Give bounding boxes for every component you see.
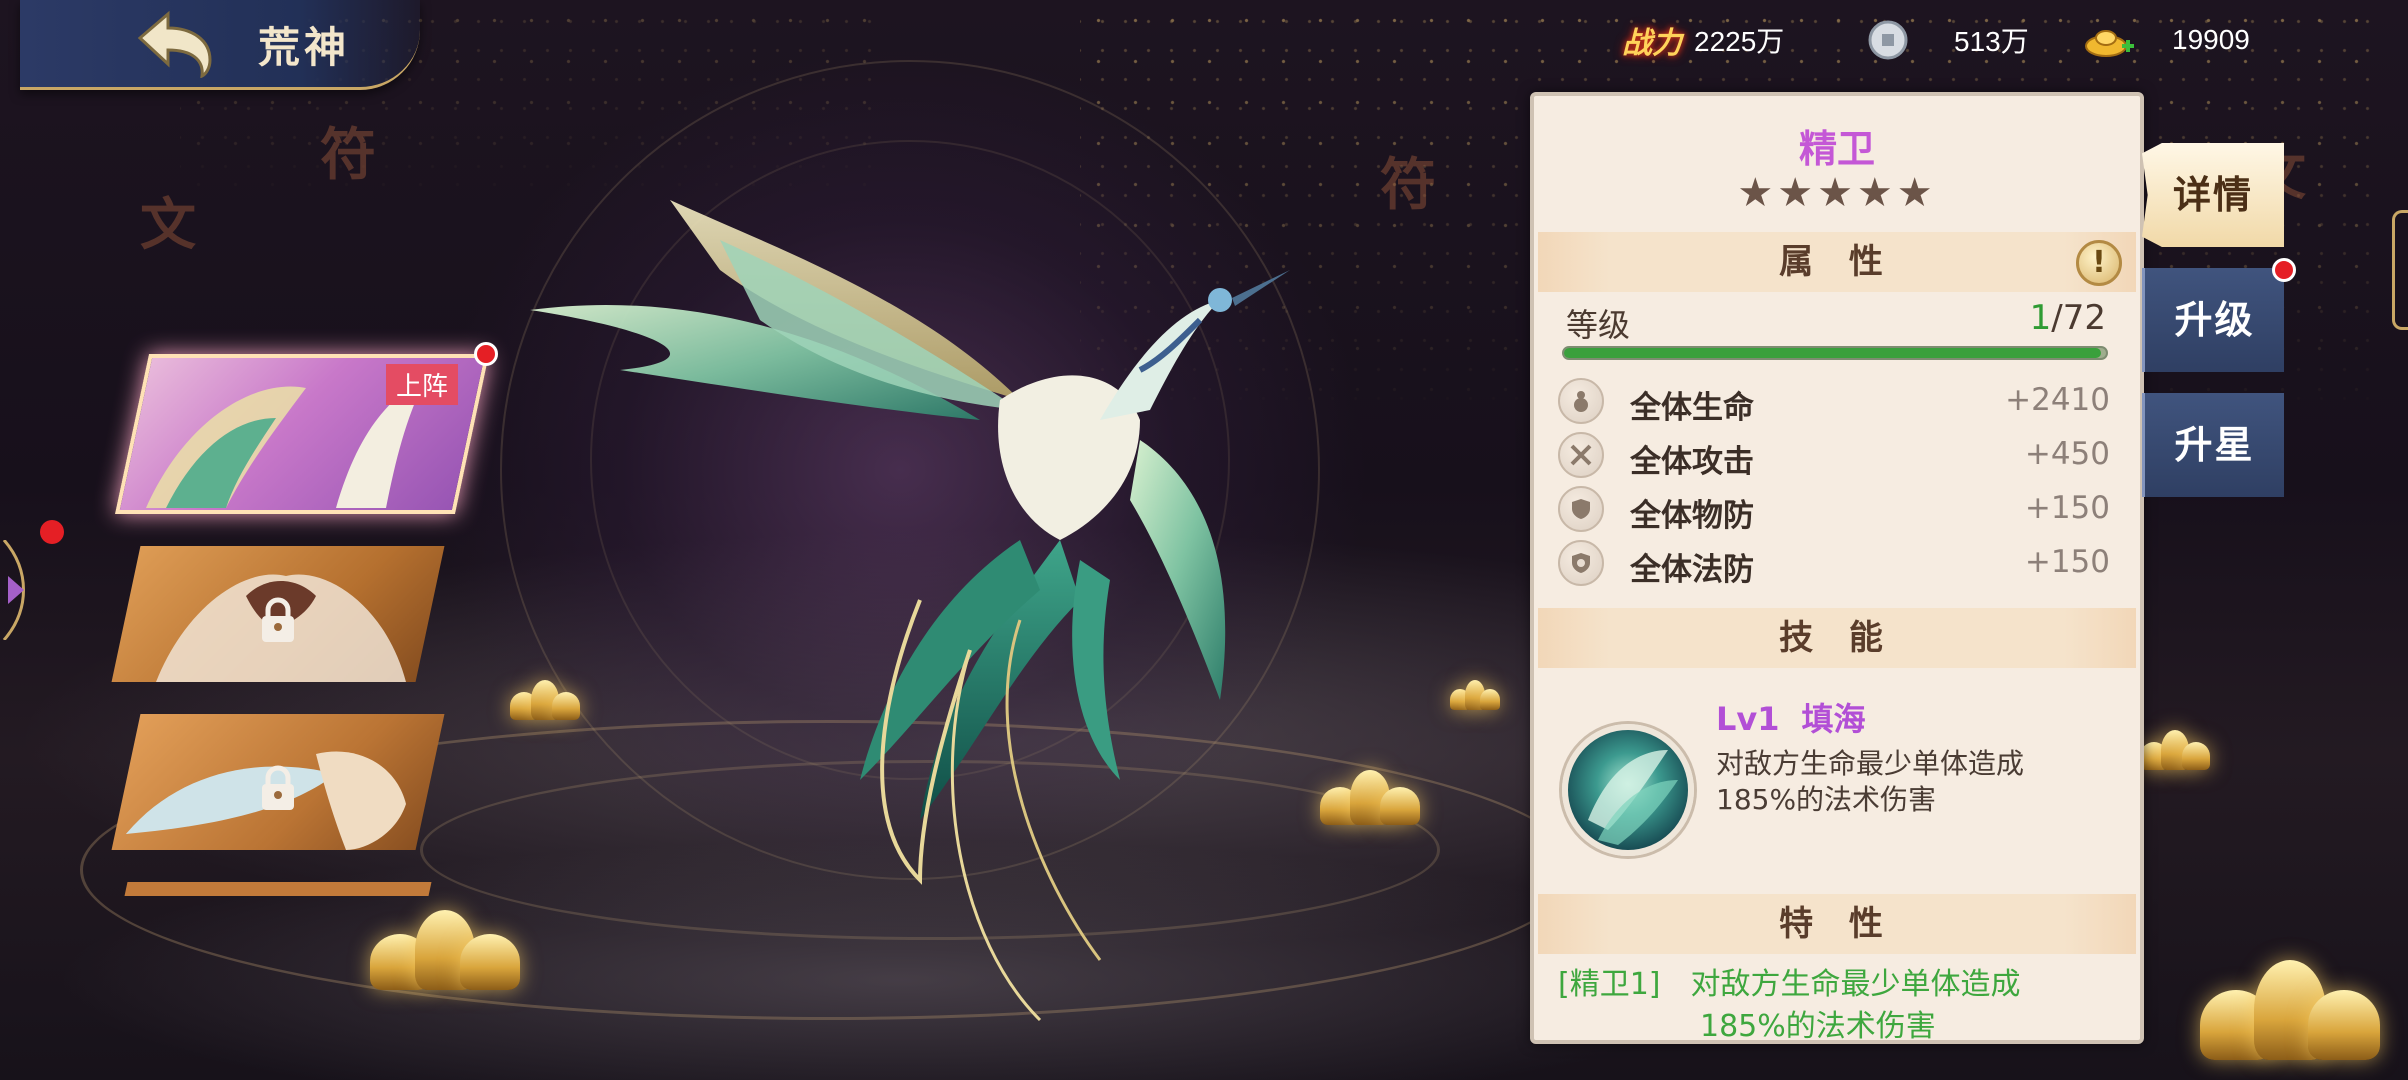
star-rating: ★★★★★	[1737, 170, 1937, 216]
skill-level: Lv1	[1716, 700, 1780, 738]
stat-name: 全体法防	[1630, 552, 1754, 588]
gold-ingot-value: 19909	[2172, 24, 2250, 55]
stat-row-magic-defense: 全体法防 +150	[1558, 538, 2118, 588]
stat-row-attack: 全体攻击 +450	[1558, 430, 2118, 480]
gourd-health-icon	[1558, 378, 1604, 424]
trait-text: [精卫1] 对敌方生命最少单体造成 185%的法术伤害	[1558, 964, 2138, 1048]
back-arrow-icon	[137, 10, 212, 79]
notification-dot	[474, 342, 498, 366]
stat-row-health: 全体生命 +2410	[1558, 376, 2118, 426]
roster-card-jingwei[interactable]: 上阵	[114, 354, 490, 514]
skill-description: 对敌方生命最少单体造成 185%的法术伤害	[1716, 746, 2126, 818]
hero-info-panel: 精卫 ★★★★★ 属 性 ! 等级 1/72 全体生命 +2410 全体攻击 +…	[1530, 92, 2144, 1044]
lock-icon	[262, 765, 294, 810]
jingwei-phoenix-illustration	[530, 200, 1290, 1022]
header-bar: 荒神	[20, 0, 420, 90]
skill-desc-line: 对敌方生命最少单体造成	[1716, 747, 2025, 780]
skill-art	[1588, 750, 1678, 845]
roster-card-locked[interactable]	[111, 546, 445, 682]
silver-coin-display: 513万	[1866, 14, 2029, 66]
attributes-header-label: 属 性	[1779, 242, 1895, 282]
skill-name: 填海	[1801, 700, 1866, 738]
trait-section-header: 特 性	[1538, 894, 2136, 954]
roster-card-partial[interactable]	[124, 882, 432, 896]
tab-details[interactable]: 详情	[2142, 143, 2284, 247]
tab-upgrade[interactable]: 升级	[2142, 268, 2284, 372]
crossed-swords-icon	[1558, 432, 1604, 478]
level-progress-bar	[1562, 346, 2108, 360]
level-progress-fill	[1564, 348, 2101, 358]
trait-line: 185%的法术伤害	[1700, 1009, 1936, 1044]
combat-power-label: 战力	[1622, 26, 1682, 61]
back-button[interactable]	[130, 8, 220, 79]
roster-card-locked[interactable]	[111, 714, 445, 850]
gold-lotus-decoration	[2200, 960, 2380, 1060]
trait-line: 对敌方生命最少单体造成	[1690, 967, 2021, 1002]
skill-section-header: 技 能	[1538, 608, 2136, 668]
gold-ingot-display[interactable]: 19909	[2084, 14, 2250, 66]
skill-icon[interactable]	[1562, 724, 1694, 856]
notification-dot	[40, 520, 64, 544]
shield-physical-icon	[1558, 486, 1604, 532]
stat-name: 全体生命	[1630, 390, 1754, 426]
level-value: 1/72	[2030, 298, 2106, 338]
deployed-tag: 上阵	[385, 364, 458, 405]
silver-coin-icon	[1868, 20, 1908, 60]
tab-star-up[interactable]: 升星	[2142, 393, 2284, 497]
background-glyph: 文	[140, 192, 196, 258]
gold-lotus-decoration	[1450, 680, 1500, 710]
skill-desc-line: 185%的法术伤害	[1716, 783, 1937, 816]
stat-row-physical-defense: 全体物防 +150	[1558, 484, 2118, 534]
gold-lotus-decoration	[370, 910, 520, 990]
stat-value: +150	[2024, 544, 2110, 580]
background-glyph: 符	[1380, 152, 1436, 218]
stat-value: +150	[2024, 490, 2110, 526]
attribute-info-button[interactable]: !	[2076, 240, 2122, 286]
skill-title: Lv1 填海	[1716, 694, 1866, 740]
attributes-section-header: 属 性 !	[1538, 232, 2136, 292]
silver-coin-value: 513万	[1954, 26, 2029, 57]
stat-value: +2410	[2005, 382, 2110, 418]
stat-name: 全体物防	[1630, 498, 1754, 534]
lock-icon	[262, 597, 294, 642]
chevron-right-icon	[2, 539, 25, 641]
background-glyph: 符	[320, 122, 376, 188]
level-label: 等级	[1566, 306, 1631, 344]
shield-magic-icon	[1558, 540, 1604, 586]
stat-name: 全体攻击	[1630, 444, 1754, 480]
gold-lotus-decoration	[2140, 730, 2210, 770]
level-current: 1	[2029, 298, 2052, 338]
side-drawer-handle[interactable]	[0, 539, 36, 641]
hero-name: 精卫	[1798, 127, 1875, 171]
game-screen: 符 文 符 文	[0, 0, 2408, 1080]
combat-power-display: 战力 2225万	[1622, 14, 1784, 66]
level-max: /72	[2051, 298, 2106, 338]
combat-power-value: 2225万	[1694, 26, 1785, 57]
page-title: 荒神	[258, 23, 351, 72]
gold-lotus-decoration	[1320, 770, 1420, 825]
notification-dot	[2272, 258, 2296, 282]
trait-tag: [精卫1]	[1558, 967, 1661, 1002]
stat-value: +450	[2024, 436, 2110, 472]
right-edge-frame	[2392, 210, 2408, 330]
gold-ingot-add-icon[interactable]	[2084, 18, 2136, 62]
